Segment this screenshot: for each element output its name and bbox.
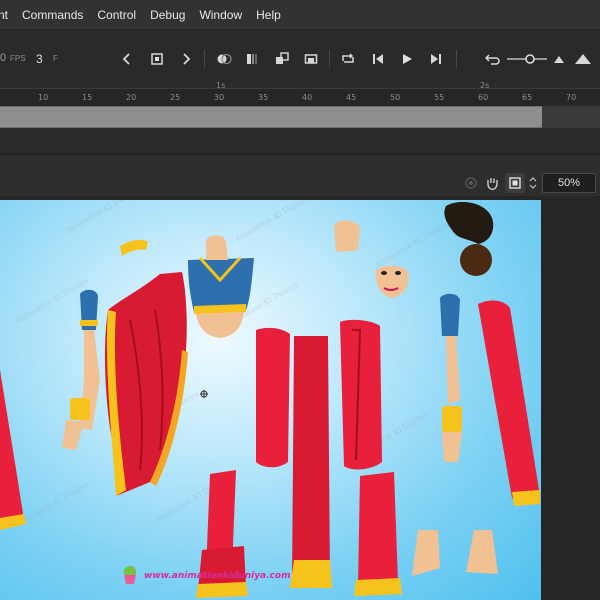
face-back — [334, 220, 360, 252]
ruler-tick: 15 — [82, 93, 93, 102]
current-frame-field[interactable]: 3 — [36, 52, 43, 66]
frame-range-icon[interactable] — [300, 48, 322, 70]
menu-item-debug[interactable]: Debug — [143, 0, 192, 30]
ruler-tick: 65 — [522, 93, 533, 102]
separator — [204, 50, 205, 68]
menu-bar: nt Commands Control Debug Window Help — [0, 0, 600, 30]
timeline-ruler[interactable]: 1s 2s 10 15 20 25 30 35 40 45 50 55 60 6… — [0, 81, 600, 106]
menu-item-help[interactable]: Help — [249, 0, 288, 30]
menu-item-commands[interactable]: Commands — [15, 0, 90, 30]
onion-outline-icon[interactable] — [242, 48, 264, 70]
second-mark: 2s — [480, 81, 490, 90]
fps-unit: FPS — [10, 54, 26, 63]
center-frame-icon[interactable] — [146, 48, 168, 70]
animate-app: nt Commands Control Debug Window Help 0 … — [0, 0, 600, 600]
frame-track[interactable] — [0, 106, 600, 128]
undo-icon[interactable] — [482, 48, 504, 70]
menu-item-window[interactable]: Window — [192, 0, 249, 30]
saree-edge-piece — [0, 370, 24, 526]
ruler-tick: 20 — [126, 93, 137, 102]
saree-lower — [358, 472, 398, 584]
ruler-tick: 30 — [214, 93, 225, 102]
camera-icon[interactable] — [462, 174, 480, 192]
fps-value[interactable]: 0 — [0, 52, 6, 64]
ornament-piece — [120, 239, 148, 256]
ruler-tick: 35 — [258, 93, 269, 102]
ruler-tick: 55 — [434, 93, 445, 102]
foot-right — [466, 530, 498, 574]
mountain-large-icon[interactable] — [572, 48, 594, 70]
timeline-controls: 0 FPS 3 F — [0, 30, 600, 88]
hair-bun — [460, 244, 492, 276]
ruler-tick: 60 — [478, 93, 489, 102]
sleeve-right — [440, 293, 460, 336]
play-icon[interactable] — [396, 48, 418, 70]
step-forward-icon[interactable] — [425, 48, 447, 70]
zoom-input[interactable]: 50% — [542, 173, 596, 193]
chevron-updown-icon[interactable] — [528, 174, 538, 192]
frame-track-end — [542, 106, 600, 128]
face — [375, 265, 409, 298]
ruler-tick: 45 — [346, 93, 357, 102]
menu-item-insert[interactable]: nt — [0, 0, 15, 30]
ruler-tick: 50 — [390, 93, 401, 102]
hand-icon[interactable] — [483, 174, 501, 192]
ruler-tick: 25 — [170, 93, 181, 102]
ruler-tick: 10 — [38, 93, 49, 102]
skirt-piece — [340, 319, 382, 470]
foot-left — [412, 530, 440, 576]
character-parts — [0, 202, 540, 598]
loop-icon[interactable] — [337, 48, 359, 70]
next-keyframe-icon[interactable] — [175, 48, 197, 70]
stage-canvas[interactable]: Animation Ki Duniya Animation Ki Duniya … — [0, 200, 541, 600]
blouse — [188, 258, 254, 312]
edit-multiple-icon[interactable] — [271, 48, 293, 70]
timeline-bottom-panel — [0, 128, 600, 154]
frame-unit: F — [53, 54, 58, 63]
separator — [329, 50, 330, 68]
onion-skin-icon[interactable] — [213, 48, 235, 70]
clip-stage-icon[interactable] — [505, 173, 525, 193]
step-back-icon[interactable] — [367, 48, 389, 70]
ruler-tick: 40 — [302, 93, 313, 102]
zoom-slider[interactable] — [506, 48, 548, 70]
mountain-small-icon[interactable] — [548, 48, 570, 70]
menu-item-control[interactable]: Control — [90, 0, 143, 30]
ruler-tick: 70 — [566, 93, 577, 102]
separator — [456, 50, 457, 68]
prev-keyframe-icon[interactable] — [116, 48, 138, 70]
site-url: www.animationkiduniya.com — [144, 571, 291, 581]
skirt-piece — [256, 327, 290, 468]
saree-right-drape — [478, 300, 540, 503]
skirt-piece — [292, 336, 330, 582]
second-mark: 1s — [216, 81, 226, 90]
logo-icon — [120, 564, 140, 586]
hair — [444, 202, 494, 244]
